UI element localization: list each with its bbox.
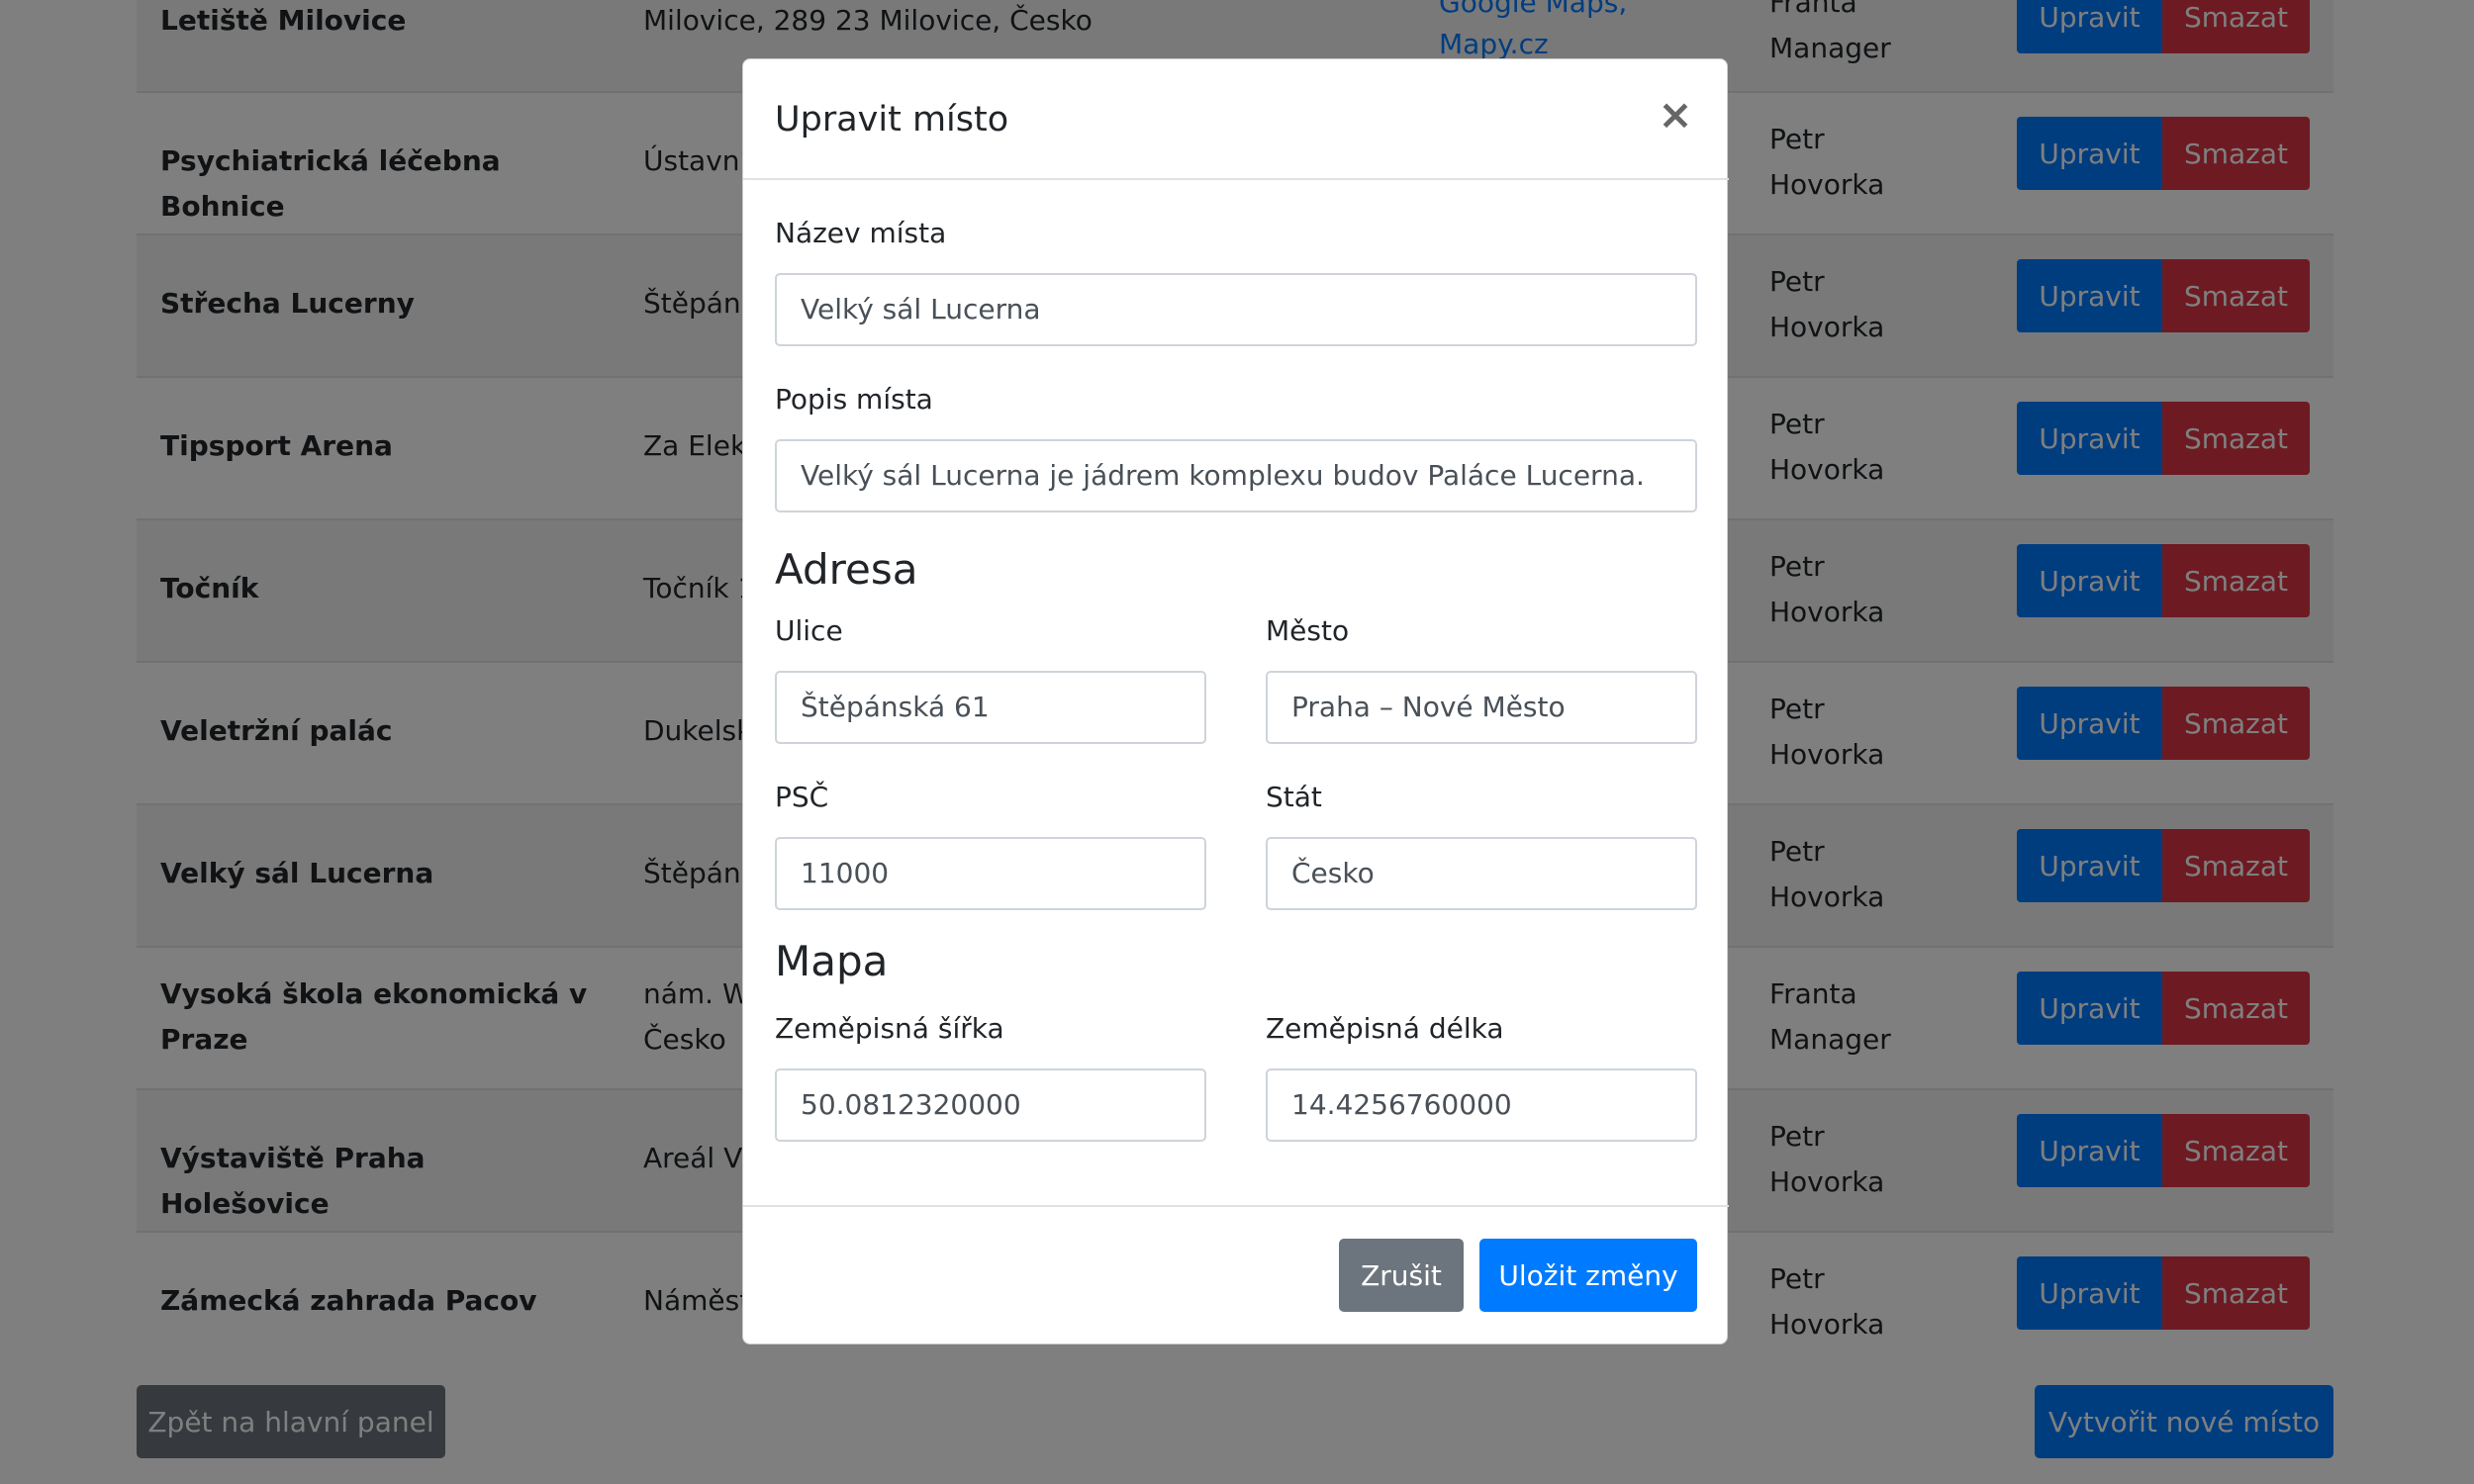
latitude-input[interactable]: 50.0812320000 [775, 1068, 1206, 1142]
street-label: Ulice [775, 614, 843, 647]
modal-title: Upravit místo [775, 100, 1009, 139]
address-heading: Adresa [775, 545, 918, 594]
close-icon[interactable]: × [1652, 91, 1699, 139]
name-input[interactable]: Velký sál Lucerna [775, 273, 1697, 346]
modal-footer-divider [743, 1205, 1729, 1207]
map-heading: Mapa [775, 937, 889, 985]
save-changes-button[interactable]: Uložit změny [1479, 1239, 1697, 1312]
cancel-button[interactable]: Zrušit [1339, 1239, 1464, 1312]
name-label: Název místa [775, 217, 947, 249]
latitude-label: Zeměpisná šířka [775, 1012, 1004, 1045]
city-label: Město [1266, 614, 1350, 647]
longitude-label: Zeměpisná délka [1266, 1012, 1504, 1045]
street-input[interactable]: Štěpánská 61 [775, 671, 1206, 744]
page: Letiště Milovice Milovice, 289 23 Milovi… [0, 0, 2474, 1484]
modal-header: Upravit místo × [743, 59, 1729, 180]
country-label: Stát [1266, 781, 1322, 813]
longitude-input[interactable]: 14.4256760000 [1266, 1068, 1697, 1142]
country-input[interactable]: Česko [1266, 837, 1697, 910]
description-label: Popis místa [775, 383, 933, 416]
city-input[interactable]: Praha – Nové Město [1266, 671, 1697, 744]
zip-input[interactable]: 11000 [775, 837, 1206, 910]
description-input[interactable]: Velký sál Lucerna je jádrem komplexu bud… [775, 439, 1697, 512]
zip-label: PSČ [775, 781, 829, 813]
edit-place-modal: Upravit místo × Název místa Velký sál Lu… [742, 58, 1729, 1345]
